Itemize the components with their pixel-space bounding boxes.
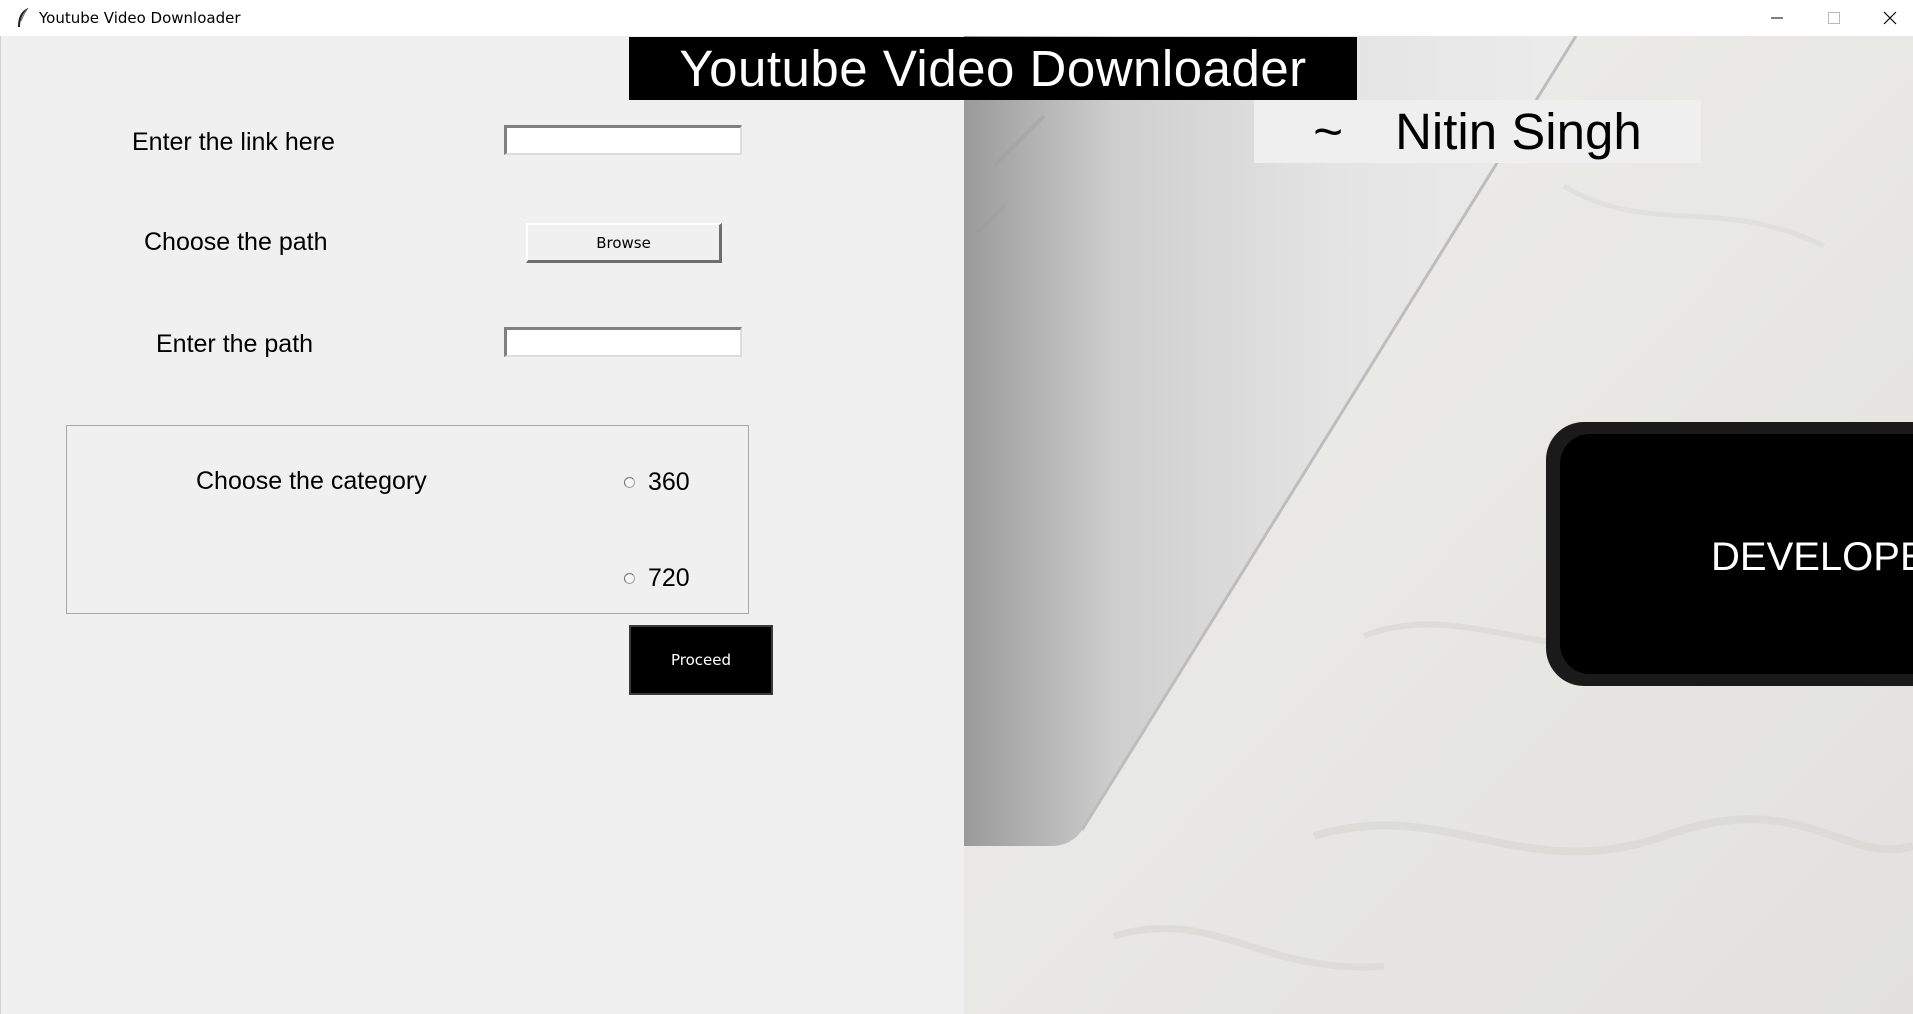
author-name: Nitin Singh: [1395, 103, 1642, 160]
category-label: Choose the category: [196, 467, 427, 495]
window-title: Youtube Video Downloader: [39, 9, 241, 27]
path-input[interactable]: [504, 327, 742, 357]
link-input[interactable]: [504, 125, 742, 155]
proceed-button[interactable]: Proceed: [629, 625, 773, 695]
window-left-border: [0, 36, 5, 1014]
link-label: Enter the link here: [132, 128, 335, 156]
radio-360-indicator[interactable]: [624, 477, 635, 488]
app-title-banner: Youtube Video Downloader: [629, 37, 1357, 100]
radio-option-720[interactable]: 720: [624, 564, 690, 593]
photo-illustration: DEVELOPE: [964, 36, 1913, 1014]
minimize-icon: [1771, 17, 1783, 19]
phone-screen-text: DEVELOPE: [1711, 535, 1913, 579]
author-prefix: ~: [1313, 103, 1344, 160]
author-credit: ~ Nitin Singh: [1254, 100, 1701, 163]
close-button[interactable]: [1862, 0, 1913, 36]
browse-button[interactable]: Browse: [526, 223, 722, 263]
radio-720-label: 720: [648, 564, 690, 592]
background-photo: DEVELOPE: [964, 36, 1913, 1014]
radio-360-label: 360: [648, 468, 690, 496]
enter-path-label: Enter the path: [156, 330, 314, 358]
radio-option-360[interactable]: 360: [624, 468, 690, 497]
maximize-button[interactable]: [1806, 0, 1862, 36]
feather-icon: [18, 7, 29, 27]
close-icon: [1883, 11, 1897, 25]
minimize-button[interactable]: [1749, 0, 1805, 36]
window-titlebar: Youtube Video Downloader: [0, 0, 1913, 36]
choose-path-label: Choose the path: [144, 228, 328, 256]
maximize-icon: [1828, 12, 1840, 24]
radio-720-indicator[interactable]: [624, 573, 635, 584]
